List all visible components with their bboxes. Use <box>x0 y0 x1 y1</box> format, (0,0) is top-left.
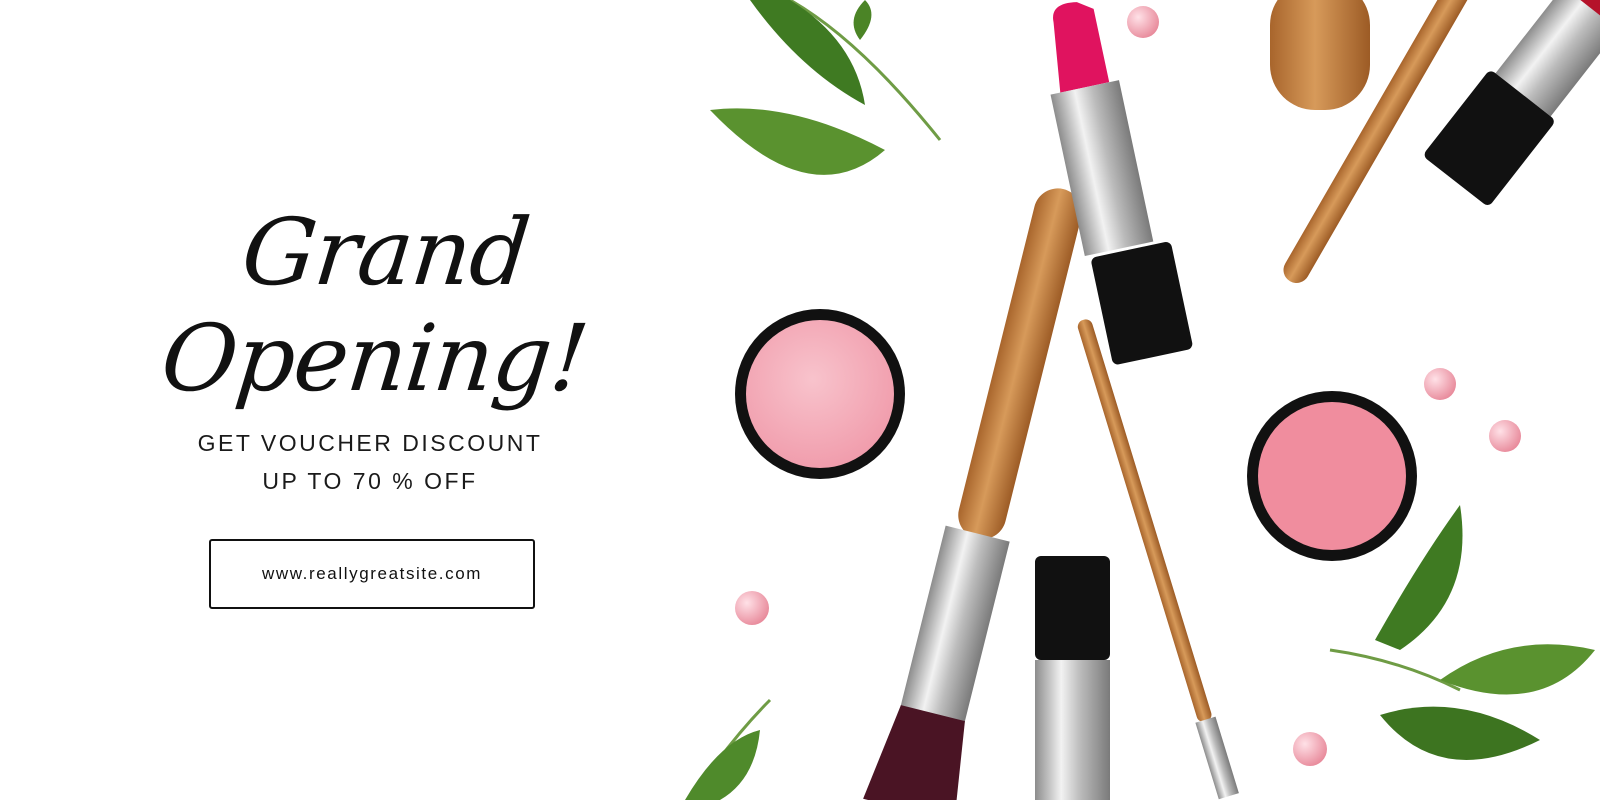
offer-line-2: UP TO 70 % OFF <box>262 468 478 494</box>
website-button[interactable]: www.reallygreatsite.com <box>209 539 535 609</box>
text-panel: Grand Opening! GET VOUCHER DISCOUNT UP T… <box>0 0 740 800</box>
blush-compact-icon <box>1247 391 1417 561</box>
leaf-icon <box>685 698 772 800</box>
cosmetics-photo <box>660 0 1600 800</box>
offer-text: GET VOUCHER DISCOUNT UP TO 70 % OFF <box>110 424 630 500</box>
headline: Grand Opening! <box>156 199 593 412</box>
website-button-label: www.reallygreatsite.com <box>261 564 483 583</box>
leaf-icon <box>710 0 942 175</box>
promo-banner: Grand Opening! GET VOUCHER DISCOUNT UP T… <box>0 0 1600 800</box>
offer-line-1: GET VOUCHER DISCOUNT <box>197 430 543 456</box>
lipstick-icon <box>1035 556 1110 800</box>
blush-compact-icon <box>735 309 905 479</box>
